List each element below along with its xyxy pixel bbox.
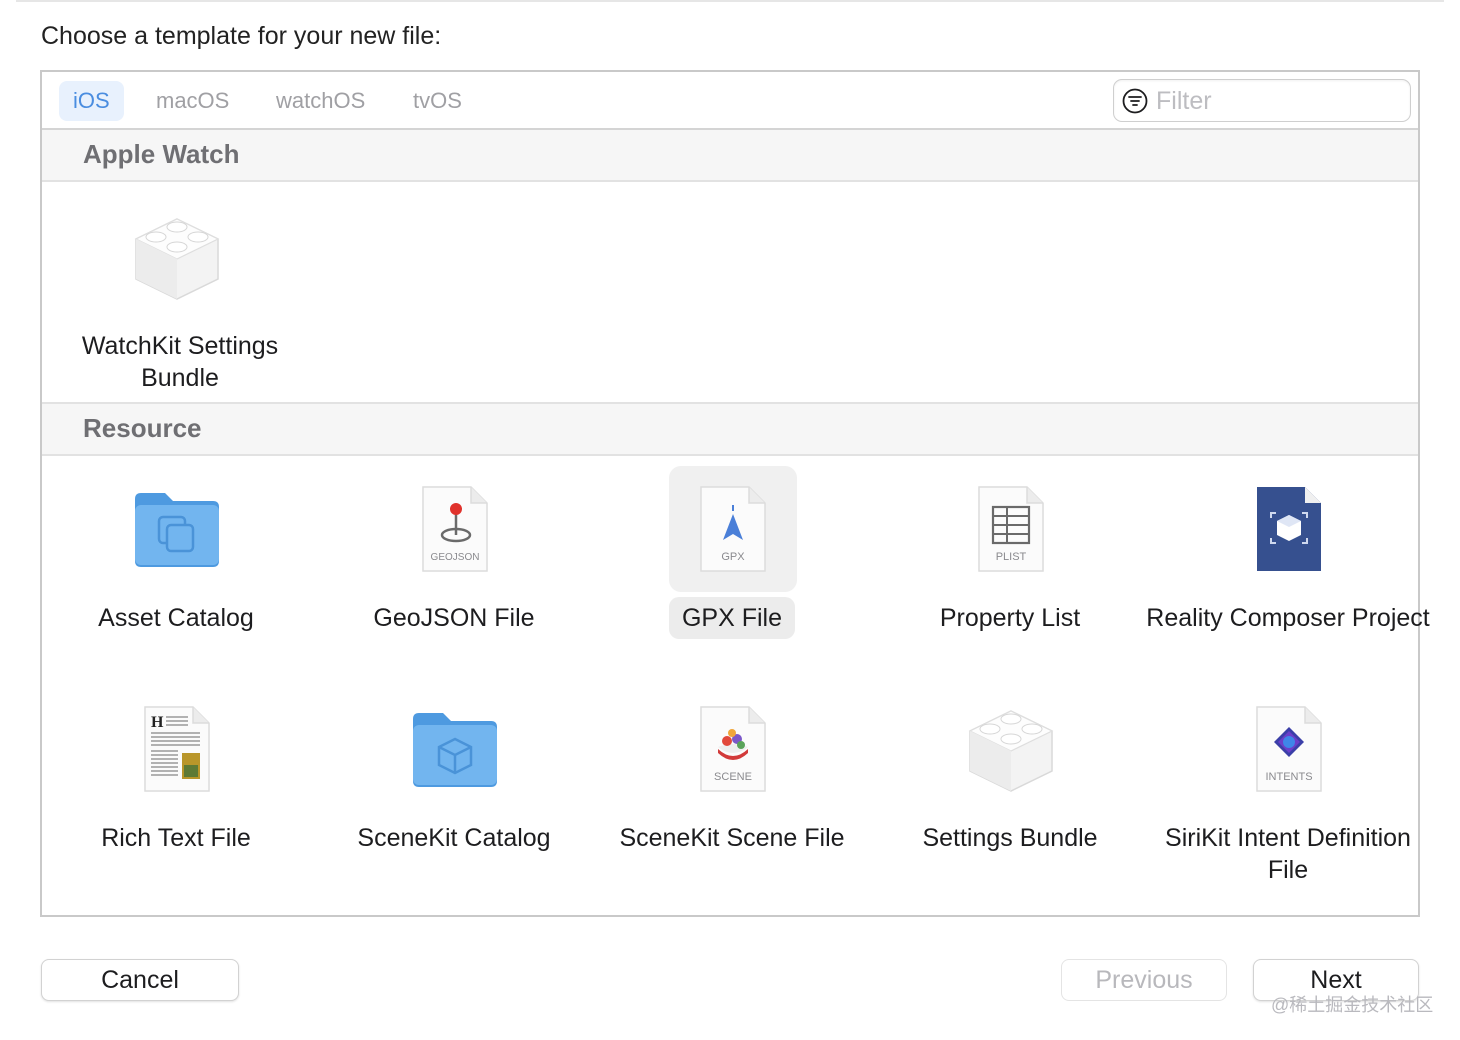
watermark: @稀土掘金技术社区 (1271, 995, 1434, 1015)
selected-label: GPX File (668, 597, 796, 639)
dialog-prompt: Choose a template for your new file: (41, 22, 442, 50)
template-label: Rich Text File (101, 824, 251, 852)
file-badge: INTENTS (1265, 771, 1312, 783)
window-top-rule (16, 0, 1444, 2)
template-label: SiriKit Intent Definition File (1165, 824, 1411, 884)
template-label: GeoJSON File (373, 604, 535, 632)
scenekit-catalog-folder-icon (413, 713, 497, 787)
plist-file-icon: PLIST (978, 486, 1044, 572)
gpx-file-icon: GPX (700, 486, 766, 572)
template-label: SceneKit Catalog (357, 824, 551, 852)
intents-file-icon: INTENTS (1256, 706, 1322, 792)
scene-file-icon: SCENE (700, 706, 766, 792)
section-header-apple-watch: Apple Watch (42, 130, 1418, 182)
previous-button[interactable]: Previous (1061, 959, 1227, 1001)
template-label: WatchKit Settings Bundle (81, 332, 279, 392)
template-label: Property List (939, 604, 1081, 632)
settings-bundle-brick-icon (968, 710, 1054, 792)
platform-tab-bar: iOS macOS watchOS tvOS (42, 72, 1418, 130)
filter-input[interactable] (1156, 84, 1396, 118)
template-label: Settings Bundle (922, 824, 1098, 852)
template-label: GPX File (598, 597, 866, 639)
filter-circle-icon (1122, 88, 1148, 114)
tab-macos[interactable]: macOS (142, 81, 243, 121)
rich-text-file-icon: H (144, 706, 210, 792)
section-title: Resource (83, 413, 202, 443)
geojson-file-icon: GEOJSON (422, 486, 488, 572)
svg-text:H: H (151, 714, 164, 731)
asset-catalog-folder-icon (135, 493, 219, 567)
filter-field[interactable] (1113, 79, 1411, 122)
reality-composer-icon (1257, 487, 1321, 571)
settings-bundle-brick-icon (134, 218, 220, 300)
file-badge: GEOJSON (431, 552, 480, 563)
template-label: Asset Catalog (98, 604, 254, 632)
file-badge: GPX (721, 551, 745, 563)
template-label: SceneKit Scene File (619, 824, 845, 852)
tab-watchos[interactable]: watchOS (262, 81, 379, 121)
file-badge: SCENE (714, 771, 752, 783)
tab-tvos[interactable]: tvOS (399, 81, 476, 121)
template-label: Reality Composer Project (1146, 604, 1430, 632)
file-badge: PLIST (996, 551, 1027, 563)
section-header-resource: Resource (42, 404, 1418, 456)
cancel-button[interactable]: Cancel (41, 959, 239, 1001)
section-title: Apple Watch (83, 139, 240, 169)
template-browser: iOS macOS watchOS tvOS Apple Watch (40, 70, 1430, 917)
tab-ios[interactable]: iOS (59, 81, 124, 121)
